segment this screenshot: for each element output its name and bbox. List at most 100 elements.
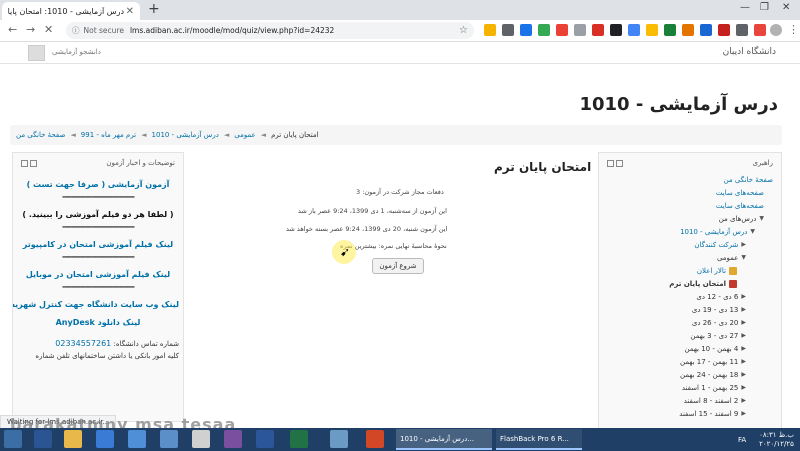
extension-icon[interactable] xyxy=(610,24,622,36)
address-bar[interactable]: ⓘ Not secure lms.adiban.ac.ir/moodle/mod… xyxy=(66,22,474,39)
nav-item[interactable]: ▶ 25 بهمن - 1 اسفند xyxy=(599,381,781,394)
close-icon[interactable]: ✕ xyxy=(44,23,53,36)
app-icon[interactable] xyxy=(160,430,178,448)
expand-arrow-icon[interactable]: ▶ xyxy=(741,306,746,313)
nav-item-label: 9 اسفند - 15 اسفند xyxy=(679,409,739,418)
expand-arrow-icon[interactable]: ▶ xyxy=(741,397,746,404)
breadcrumb-item[interactable]: صفحهٔ خانگی من xyxy=(16,131,65,139)
nav-item[interactable]: ▼ درس آزمایشی - 1010 xyxy=(599,225,781,238)
breadcrumb-item[interactable]: امتحان پایان ترم xyxy=(271,131,319,139)
nav-item[interactable]: ▶ 27 دی - 3 بهمن xyxy=(599,329,781,342)
expand-arrow-icon[interactable]: ▼ xyxy=(750,228,755,235)
expand-arrow-icon[interactable]: ▶ xyxy=(741,384,746,391)
phone-number[interactable]: 02334557261 xyxy=(55,339,111,348)
navigation-list: صفحهٔ خانگی من صفحه‌های سایت صفحه‌های سایت… xyxy=(599,173,781,420)
expand-arrow-icon[interactable]: ▶ xyxy=(741,319,746,326)
nav-item[interactable]: ▶ 2 اسفند - 8 اسفند xyxy=(599,394,781,407)
extension-icon[interactable] xyxy=(592,24,604,36)
block-controls[interactable] xyxy=(21,159,37,167)
bookmark-star-icon[interactable]: ☆ xyxy=(459,25,468,36)
expand-arrow-icon[interactable]: ▶ xyxy=(741,410,746,417)
extension-icon[interactable] xyxy=(718,24,730,36)
word-icon[interactable] xyxy=(256,430,274,448)
expand-arrow-icon[interactable]: ▶ xyxy=(741,241,746,248)
breadcrumb-item[interactable]: درس آزمایشی - 1010 xyxy=(152,131,219,139)
breadcrumb-item[interactable]: عمومی xyxy=(234,131,255,139)
nav-item[interactable]: ▶ 6 دی - 12 دی xyxy=(599,290,781,303)
nav-item[interactable]: صفحه‌های سایت xyxy=(599,186,781,199)
extension-icon[interactable] xyxy=(736,24,748,36)
nav-item[interactable]: ▶ 13 دی - 19 دی xyxy=(599,303,781,316)
powerpoint-icon[interactable] xyxy=(366,430,384,448)
start-icon[interactable] xyxy=(4,430,22,448)
nav-item[interactable]: تالار اعلان xyxy=(599,264,781,277)
nav-item-label: درس آزمایشی - 1010 xyxy=(680,227,748,236)
folder-icon[interactable] xyxy=(64,430,82,448)
nav-item[interactable]: ▶ 11 بهمن - 17 بهمن xyxy=(599,355,781,368)
close-tab-icon[interactable]: ✕ xyxy=(124,6,134,17)
description-line[interactable]: لینک دانلود AnyDesk xyxy=(13,311,183,329)
media-icon[interactable] xyxy=(96,430,114,448)
nav-item[interactable]: ▶ شرکت کنندگان xyxy=(599,238,781,251)
nav-item[interactable]: ▶ 20 دی - 26 دی xyxy=(599,316,781,329)
browser-toolbar: ← → ✕ ⓘ Not secure lms.adiban.ac.ir/mood… xyxy=(0,20,800,42)
forward-icon[interactable]: → xyxy=(26,23,35,36)
extension-icon[interactable] xyxy=(574,24,586,36)
nav-item[interactable]: صفحه‌های سایت xyxy=(599,199,781,212)
nav-item[interactable]: صفحهٔ خانگی من xyxy=(599,173,781,186)
taskbar-window-browser[interactable]: درس آزمایشی - 1010... xyxy=(396,429,492,450)
app-icon[interactable] xyxy=(192,430,210,448)
expand-arrow-icon[interactable]: ▶ xyxy=(741,371,746,378)
excel-icon[interactable] xyxy=(290,430,308,448)
extension-icon[interactable] xyxy=(682,24,694,36)
app-icon[interactable] xyxy=(128,430,146,448)
app-icon[interactable] xyxy=(330,430,348,448)
extension-icon[interactable] xyxy=(700,24,712,36)
nav-item[interactable]: ▶ 9 اسفند - 15 اسفند xyxy=(599,407,781,420)
description-line[interactable]: آزمون آزمایشی ( صرفا جهت تست ) xyxy=(13,173,183,191)
expand-arrow-icon[interactable]: ▶ xyxy=(741,345,746,352)
expand-arrow-icon[interactable]: ▶ xyxy=(741,293,746,300)
nav-item[interactable]: امتحان پایان ترم xyxy=(599,277,781,290)
breadcrumb-item[interactable]: ترم مهر ماه - 991 xyxy=(81,131,136,139)
expand-arrow-icon[interactable]: ▶ xyxy=(741,332,746,339)
description-line[interactable]: لینک فیلم آموزشی امتحان در کامپیوتر xyxy=(13,233,183,251)
nav-item[interactable]: ▼ درس‌های من xyxy=(599,212,781,225)
new-tab-icon[interactable]: + xyxy=(148,1,160,17)
description-line[interactable]: لینک فیلم آموزشی امتحان در موبایل xyxy=(13,263,183,281)
nav-item[interactable]: ▼ عمومی xyxy=(599,251,781,264)
extension-icon[interactable] xyxy=(502,24,514,36)
extension-icon[interactable] xyxy=(664,24,676,36)
avatar[interactable] xyxy=(28,45,45,61)
description-line[interactable]: لینک وب سایت دانشگاه جهت کنترل شهریه xyxy=(13,293,183,311)
nav-item[interactable]: ▶ 18 بهمن - 24 بهمن xyxy=(599,368,781,381)
site-name[interactable]: دانشگاه ادیبان xyxy=(723,47,776,57)
minimize-icon[interactable]: — xyxy=(740,2,750,13)
extension-icon[interactable] xyxy=(754,24,766,36)
browser-tab[interactable]: ✕ درس آزمایشی - 1010: امتحان پایان xyxy=(2,2,140,20)
clock[interactable]: ۰۸:۳۱ ب.ظ ۲۰۲۰/۱۲/۲۵ xyxy=(759,431,794,449)
expand-arrow-icon[interactable]: ▼ xyxy=(759,215,764,222)
language-indicator[interactable]: FA xyxy=(738,436,746,444)
extension-icon[interactable] xyxy=(520,24,532,36)
extension-icon[interactable] xyxy=(628,24,640,36)
expand-arrow-icon[interactable]: ▼ xyxy=(741,254,746,261)
info-icon[interactable]: ⓘ xyxy=(72,25,80,36)
extension-icon[interactable] xyxy=(538,24,550,36)
profile-avatar[interactable] xyxy=(770,24,782,36)
close-window-icon[interactable]: ✕ xyxy=(782,2,790,13)
ie-icon[interactable] xyxy=(34,430,52,448)
extension-icon[interactable] xyxy=(484,24,496,36)
expand-arrow-icon[interactable]: ▶ xyxy=(741,358,746,365)
menu-icon[interactable]: ⋮ xyxy=(788,23,799,36)
maximize-icon[interactable]: ❐ xyxy=(760,2,769,13)
taskbar-window-flashback[interactable]: FlashBack Pro 6 R... xyxy=(496,429,582,450)
user-menu[interactable]: دانشجو آزمایشی xyxy=(52,48,101,56)
extension-icon[interactable] xyxy=(556,24,568,36)
app-icon[interactable] xyxy=(224,430,242,448)
extension-icon[interactable] xyxy=(646,24,658,36)
start-quiz-button[interactable]: شروع آزمون xyxy=(372,258,424,274)
block-controls[interactable] xyxy=(607,159,623,167)
nav-item[interactable]: ▶ 4 بهمن - 10 بهمن xyxy=(599,342,781,355)
back-icon[interactable]: ← xyxy=(8,23,17,36)
